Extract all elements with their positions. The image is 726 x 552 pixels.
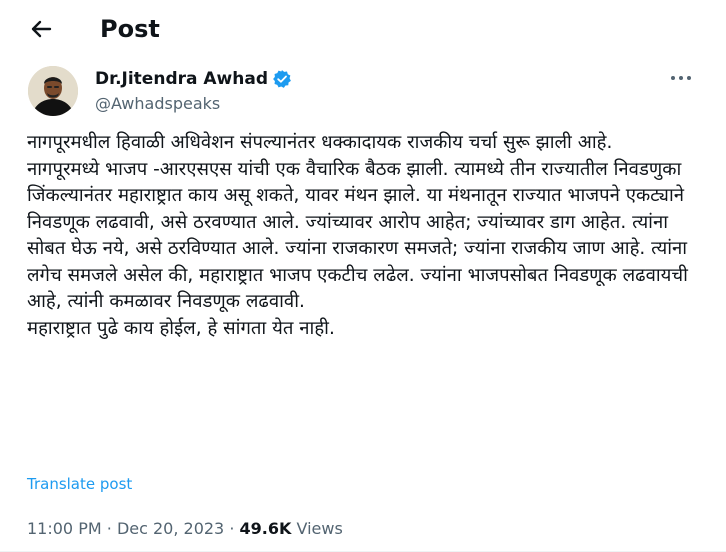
more-horizontal-icon: [687, 76, 691, 80]
translate-post-link[interactable]: Translate post: [27, 474, 132, 494]
arrow-left-icon: [31, 20, 52, 38]
meta-separator: ·: [106, 519, 112, 538]
post-paragraph: नागपूरमध्ये भाजप -आरएसएस यांची एक वैचारि…: [27, 158, 688, 313]
avatar-image: [28, 66, 78, 116]
back-button[interactable]: [26, 14, 56, 44]
views-count: 49.6K: [239, 519, 292, 538]
post-text: नागपूरमधील हिवाळी अधिवेशन संपल्यानंतर धक…: [27, 130, 697, 342]
author-name[interactable]: Dr.Jitendra Awhad: [95, 68, 268, 90]
post-date[interactable]: Dec 20, 2023: [117, 519, 224, 538]
author-name-row: Dr.Jitendra Awhad: [95, 68, 292, 90]
post-meta: 11:00 PM · Dec 20, 2023 · 49.6K Views: [27, 518, 343, 540]
more-options-button[interactable]: [664, 66, 698, 90]
post-time[interactable]: 11:00 PM: [27, 519, 102, 538]
author-handle[interactable]: @Awhadspeaks: [95, 93, 220, 115]
post-paragraph: महाराष्ट्रात पुढे काय होईल, हे सांगता ये…: [27, 317, 335, 339]
post-paragraph: नागपूरमधील हिवाळी अधिवेशन संपल्यानंतर धक…: [27, 132, 613, 153]
header: Post: [0, 0, 726, 58]
verified-badge-icon: [273, 70, 291, 88]
views-label: Views: [296, 519, 343, 538]
meta-separator: ·: [229, 519, 235, 538]
more-horizontal-icon: [671, 76, 675, 80]
page-title: Post: [100, 15, 160, 43]
more-horizontal-icon: [679, 76, 683, 80]
avatar[interactable]: [28, 66, 78, 116]
